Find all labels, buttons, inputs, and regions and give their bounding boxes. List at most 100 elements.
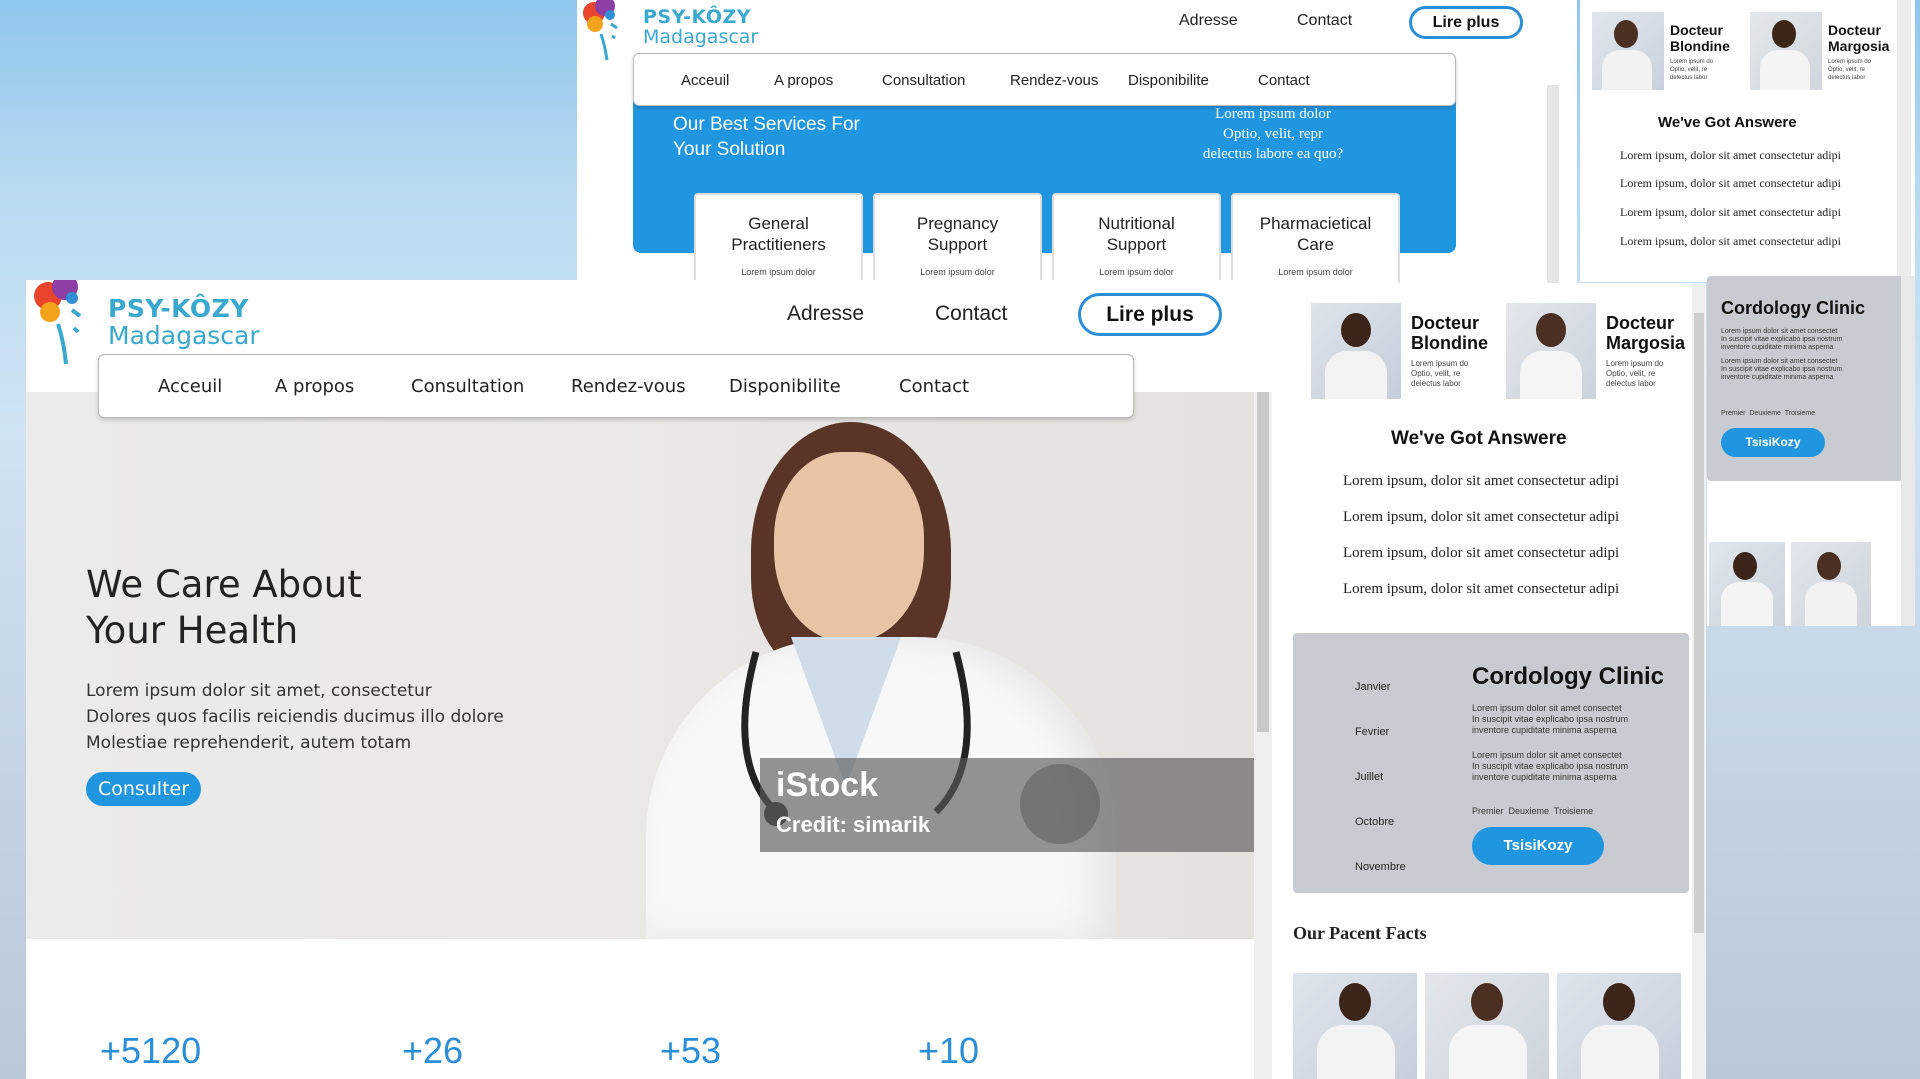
credit-text: Credit: simarik (776, 812, 931, 837)
doctor-photo (1709, 542, 1785, 626)
tab-first[interactable]: Premier (1472, 806, 1504, 816)
nav-contact[interactable]: Contact (899, 376, 969, 397)
month-item[interactable]: Juillet (1355, 755, 1406, 800)
scrollbar[interactable] (1254, 392, 1272, 1079)
doctor-card-2: Docteur Margosia Lorem ipsum do Optio, vel… (1828, 22, 1890, 81)
answer-item[interactable]: Lorem ipsum, dolor sit amet consectetur … (1620, 205, 1841, 220)
month-item[interactable]: Fevrier (1355, 710, 1406, 755)
month-item[interactable]: Octobre (1355, 800, 1406, 845)
brand-name: PSY-KÔZY (108, 294, 249, 323)
contact-link[interactable]: Contact (1297, 12, 1352, 30)
address-link[interactable]: Adresse (787, 302, 864, 326)
tab-second[interactable]: Deuxieme (1509, 806, 1550, 816)
scrollbar[interactable] (1547, 85, 1559, 290)
answers-title: We've Got Answere (1391, 428, 1567, 449)
answer-item[interactable]: Lorem ipsum, dolor sit amet consectetur … (1620, 234, 1841, 249)
clinic-screenshot: Cordology Clinic Lorem ipsum dolor sit a… (1707, 276, 1915, 626)
read-more-button[interactable]: Lire plus (1409, 6, 1523, 39)
tab-third[interactable]: Troisieme (1554, 806, 1593, 816)
scrollbar[interactable] (1692, 283, 1706, 1079)
tab-first[interactable]: Premier (1721, 410, 1746, 417)
tab-third[interactable]: Troisieme (1785, 410, 1815, 417)
service-card[interactable]: Pregnancy Support Lorem ipsum dolor (873, 193, 1042, 290)
address-link[interactable]: Adresse (1179, 12, 1238, 30)
doctor-photo (1506, 303, 1596, 399)
tsisikozy-button[interactable]: TsisiKozy (1721, 428, 1825, 457)
contact-link[interactable]: Contact (935, 302, 1007, 326)
service-card[interactable]: General Practitieners Lorem ipsum dolor (694, 193, 863, 290)
stat-value: +5120 (100, 1030, 202, 1071)
hero-section: iStock Credit: simarik We Care About You… (26, 392, 1254, 939)
nav-availability[interactable]: Disponibilite (729, 376, 841, 397)
brand-country: Madagascar (643, 26, 759, 48)
brand-country: Madagascar (108, 321, 260, 350)
clinic-card: Cordology Clinic Lorem ipsum dolor sit a… (1707, 276, 1907, 481)
doctor-card-1: Docteur Blondine Lorem ipsum do Optio, vel… (1670, 22, 1730, 81)
answer-item[interactable]: Lorem ipsum, dolor sit amet consectetur … (1343, 473, 1619, 490)
read-more-button[interactable]: Lire plus (1078, 293, 1222, 336)
doctor-card-1: Docteur Blondine Lorem ipsum do Optio, vel… (1411, 313, 1488, 388)
answer-item[interactable]: Lorem ipsum, dolor sit amet consectetur … (1620, 148, 1841, 163)
answer-item[interactable]: Lorem ipsum, dolor sit amet consectetur … (1343, 581, 1619, 598)
answers-title: We've Got Answere (1658, 114, 1797, 131)
sidebar-screenshot: Docteur Blondine Lorem ipsum do Optio, vel… (1580, 0, 1915, 282)
consult-button[interactable]: Consulter (86, 772, 201, 806)
doctor-photo (1557, 973, 1681, 1079)
nav-appointment[interactable]: Rendez-vous (1010, 72, 1098, 89)
doctor-photo (1293, 973, 1417, 1079)
navbar: Acceuil A propos Consultation Rendez-vou… (633, 53, 1456, 106)
answer-item[interactable]: Lorem ipsum, dolor sit amet consectetur … (1620, 176, 1841, 191)
clinic-tabs: Premier Deuxieme Troisieme (1721, 410, 1815, 417)
service-card[interactable]: Nutritional Support Lorem ipsum dolor (1052, 193, 1221, 290)
month-item[interactable]: Novembre (1355, 845, 1406, 890)
doctor-photo (1791, 542, 1871, 626)
scrollbar[interactable] (1897, 0, 1911, 282)
logo-head-icon (32, 280, 100, 370)
nav-consultation[interactable]: Consultation (411, 376, 524, 397)
doctor-photo (1592, 12, 1664, 90)
nav-home[interactable]: Acceuil (158, 376, 222, 397)
watermark-text: iStock (776, 766, 879, 804)
clinic-tabs: Premier Deuxieme Troisieme (1472, 806, 1593, 816)
brand-name: PSY-KÔZY (643, 6, 752, 28)
doctor-photo (1750, 12, 1822, 90)
clinic-text: Lorem ipsum dolor sit amet consectet In s… (1472, 703, 1629, 782)
nav-consultation[interactable]: Consultation (882, 72, 965, 89)
doctor-photo (1311, 303, 1401, 399)
answer-item[interactable]: Lorem ipsum, dolor sit amet consectetur … (1343, 545, 1619, 562)
doctor-hero-photo (606, 392, 1166, 939)
scrollbar[interactable] (1901, 276, 1915, 626)
clinic-title: Cordology Clinic (1472, 663, 1664, 690)
nav-availability[interactable]: Disponibilite (1128, 72, 1209, 89)
doctor-photo (1425, 973, 1549, 1079)
services-screenshot: PSY-KÔZY Madagascar Adresse Contact Lire… (577, 0, 1577, 290)
logo-head-icon (581, 0, 639, 62)
stat-value: +26 (402, 1030, 464, 1071)
nav-contact[interactable]: Contact (1258, 72, 1310, 89)
hero-text: Lorem ipsum dolor sit amet, consectetur … (86, 681, 504, 753)
doctor-card-2: Docteur Margosia Lorem ipsum do Optio, vel… (1606, 313, 1686, 388)
service-card[interactable]: Pharmacietical Care Lorem ipsum dolor (1231, 193, 1400, 290)
nav-home[interactable]: Acceuil (681, 72, 729, 89)
facts-title: Our Pacent Facts (1293, 923, 1427, 943)
clinic-text: Lorem ipsum dolor sit amet consectet In s… (1721, 328, 1843, 381)
clinic-title: Cordology Clinic (1721, 298, 1865, 318)
navbar: Acceuil A propos Consultation Rendez-vou… (98, 354, 1134, 418)
clinic-card: Janvier Fevrier Juillet Octobre Novembre… (1293, 633, 1689, 893)
nav-about[interactable]: A propos (275, 376, 354, 397)
stat-value: +10 (918, 1030, 980, 1071)
sidebar-screenshot-large: Docteur Blondine Lorem ipsum do Optio, vel… (1276, 283, 1706, 1079)
month-item[interactable]: Janvier (1355, 665, 1406, 710)
istock-banner: iStock Credit: simarik (760, 758, 1254, 852)
nav-about[interactable]: A propos (774, 72, 833, 89)
hero-title: We Care About Your Health (86, 563, 362, 652)
answer-item[interactable]: Lorem ipsum, dolor sit amet consectetur … (1343, 509, 1619, 526)
services-side-text: Lorem ipsum dolor Optio, velit, repr del… (1202, 106, 1344, 162)
tab-second[interactable]: Deuxieme (1749, 410, 1781, 417)
nav-appointment[interactable]: Rendez-vous (571, 376, 686, 397)
play-icon (1020, 764, 1100, 844)
services-title: Our Best Services For Your Solution (673, 114, 860, 160)
homepage-screenshot: PSY-KÔZY Madagascar Adresse Contact Lire… (26, 280, 1276, 1079)
tsisikozy-button[interactable]: TsisiKozy (1472, 827, 1604, 865)
month-list: Janvier Fevrier Juillet Octobre Novembre (1355, 665, 1406, 890)
